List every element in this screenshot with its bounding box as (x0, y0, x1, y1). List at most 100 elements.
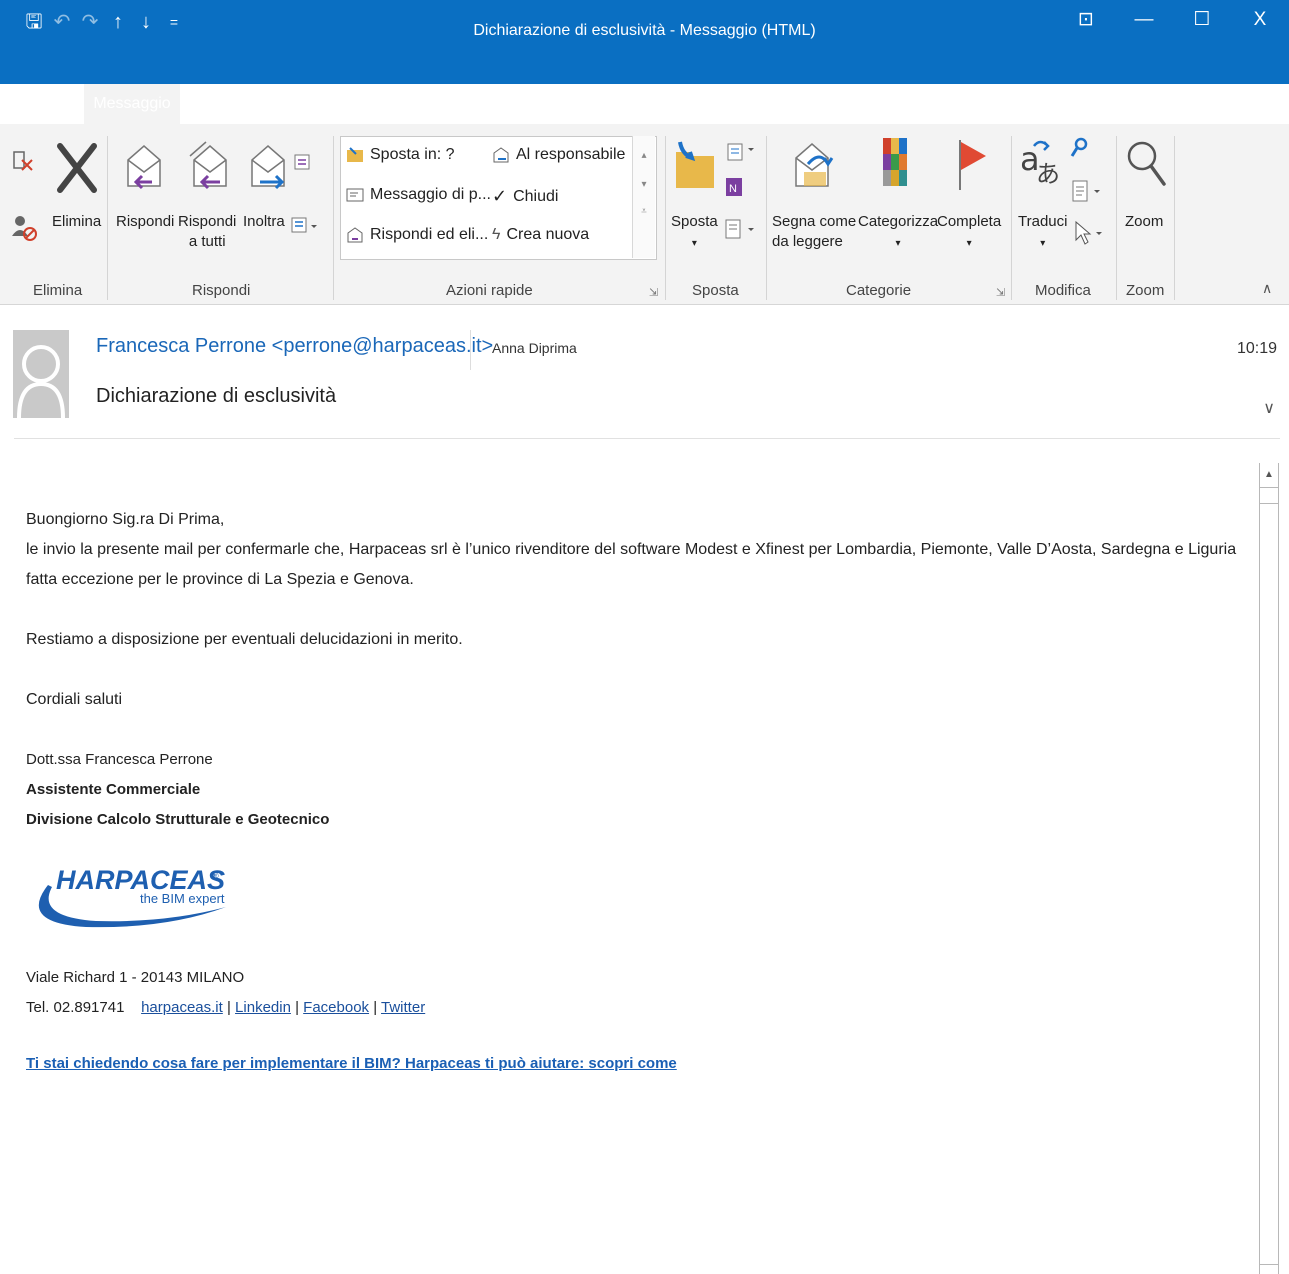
select-cursor-icon[interactable] (1072, 220, 1106, 248)
dialog-launcher-icon[interactable]: ⇲ (649, 286, 658, 299)
group-separator (333, 136, 334, 300)
quick-step-team-email[interactable]: Messaggio di p... (346, 186, 491, 204)
delete-x-icon[interactable] (56, 142, 98, 194)
actions-icon[interactable] (722, 216, 756, 244)
link-website[interactable]: harpaceas.it (141, 999, 223, 1016)
vertical-scrollbar[interactable]: ▲ (1259, 463, 1279, 1274)
scroll-up-icon[interactable]: ▴ (633, 150, 655, 161)
sender[interactable]: Francesca Perrone <perrone@harpaceas.it> (96, 335, 493, 358)
translate-label: Traduci (1018, 213, 1068, 230)
reply-all-icon[interactable] (186, 136, 234, 192)
quick-step-to-manager[interactable]: Al responsabile (492, 146, 625, 164)
translate-button[interactable]: Traduci ▾ (1018, 212, 1067, 254)
delete-button[interactable]: Elimina (52, 212, 101, 232)
chevron-down-icon: ▾ (691, 238, 697, 249)
ribbon-display-options-icon[interactable]: ⊡ (1057, 0, 1115, 40)
related-icon[interactable] (1070, 178, 1106, 206)
find-icon[interactable] (1070, 136, 1090, 160)
group-separator (766, 136, 767, 300)
svg-text:あ: あ (1036, 160, 1060, 188)
group-label-elimina: Elimina (33, 282, 83, 299)
expand-header-icon[interactable]: ∨ (1263, 398, 1275, 418)
signature-name: Dott.ssa Francesca Perrone (26, 751, 213, 768)
chevron-down-icon: ▾ (895, 238, 901, 249)
logo-tagline: the BIM expert (140, 891, 225, 906)
title-bar: 🖫 ↶ ↷ ↑ ↓ = Dichiarazione di esclusività… (0, 0, 1289, 84)
mark-unread-label-1: Segna come (772, 213, 857, 230)
dialog-launcher-icon[interactable]: ⇲ (996, 286, 1005, 299)
quick-step-label: Messaggio di p... (370, 186, 491, 203)
forward-icon[interactable] (246, 140, 290, 192)
follow-up-flag-icon[interactable] (952, 136, 988, 192)
scrollbar-thumb[interactable] (1260, 503, 1278, 1265)
move-button[interactable]: Sposta ▾ (671, 212, 718, 254)
junk-icon[interactable] (10, 212, 40, 242)
reply-all-label-2: a tutti (188, 233, 226, 250)
tell-me-search[interactable]: ♀︎ Che cosa si desidera fare? (200, 84, 408, 124)
address: Viale Richard 1 - 20143 MILANO (26, 969, 245, 986)
categorize-icon[interactable] (880, 136, 910, 188)
harpaceas-logo: HARPACEAS ® the BIM expert (26, 857, 236, 937)
forward-button[interactable]: Inoltra (243, 212, 285, 232)
follow-up-button[interactable]: Completa ▾ (937, 212, 1001, 254)
quick-step-label: Sposta in: ? (370, 146, 455, 163)
ribbon: Elimina Elimina Rispondi Rispondi a tutt… (0, 124, 1289, 305)
meeting-reply-icon[interactable] (292, 152, 314, 172)
ignore-icon[interactable] (10, 148, 38, 172)
move-folder-icon[interactable] (672, 140, 718, 194)
categorize-label: Categorizza (858, 213, 939, 230)
recipient[interactable]: Anna Diprima (492, 340, 577, 356)
collapse-ribbon-icon[interactable]: ∧ (1262, 280, 1272, 297)
group-label-rispondi: Rispondi (192, 282, 251, 299)
window-controls: ⊡ — ☐ X (1057, 0, 1289, 84)
ribbon-tabs: File Messaggio ♀︎ Che cosa si desidera f… (0, 84, 1289, 124)
checkmark-icon: ✓ (492, 186, 508, 206)
group-label-azioni-rapide: Azioni rapide (446, 282, 533, 299)
group-label-categorie: Categorie (846, 282, 912, 299)
reply-icon[interactable] (122, 140, 166, 192)
avatar (13, 330, 69, 418)
minimize-button[interactable]: — (1115, 0, 1173, 40)
close-button[interactable]: X (1231, 0, 1289, 40)
mark-unread-button[interactable]: Segna come da leggere (772, 212, 856, 252)
quick-step-move-to[interactable]: Sposta in: ? (346, 146, 455, 164)
chevron-down-icon: ▾ (966, 238, 972, 249)
onenote-icon[interactable]: N (724, 174, 744, 202)
scroll-up-icon[interactable]: ▲ (1260, 463, 1278, 488)
link-facebook[interactable]: Facebook (303, 999, 369, 1016)
translate-icon[interactable]: a あ (1018, 136, 1066, 188)
folder-move-icon (347, 147, 363, 162)
chevron-down-icon: ▾ (1040, 238, 1046, 249)
zoom-icon[interactable] (1124, 136, 1168, 192)
link-linkedin[interactable]: Linkedin (235, 999, 291, 1016)
reply-button[interactable]: Rispondi (116, 212, 174, 232)
link-twitter[interactable]: Twitter (381, 999, 425, 1016)
expand-gallery-icon[interactable]: ⩡ (633, 206, 655, 217)
group-label-modifica: Modifica (1035, 282, 1091, 299)
quick-step-create-new[interactable]: ϟ Crea nuova (492, 226, 589, 244)
more-respond-icon[interactable] (290, 216, 320, 236)
tab-messaggio[interactable]: Messaggio (84, 84, 180, 124)
scroll-down-icon[interactable]: ▾ (633, 179, 655, 190)
quick-step-reply-delete[interactable]: Rispondi ed eli... (346, 226, 488, 244)
reply-delete-icon (347, 227, 363, 243)
reply-all-button[interactable]: Rispondi a tutti (178, 212, 236, 252)
categorize-button[interactable]: Categorizza ▾ (858, 212, 938, 254)
promo-link[interactable]: Ti stai chiedendo cosa fare per implemen… (26, 1055, 677, 1072)
quick-step-done[interactable]: ✓ Chiudi (492, 186, 558, 207)
zoom-button[interactable]: Zoom (1125, 212, 1163, 232)
move-label: Sposta (671, 213, 718, 230)
contacts-line: Tel. 02.891741 harpaceas.it | Linkedin |… (26, 999, 426, 1016)
header-separator (470, 330, 471, 370)
rules-icon[interactable] (722, 138, 756, 166)
group-separator (1116, 136, 1117, 300)
maximize-button[interactable]: ☐ (1173, 0, 1231, 40)
mark-unread-icon[interactable] (790, 138, 836, 194)
tell-me-label: Che cosa si desidera fare? (217, 96, 408, 113)
quick-steps-scrollbar[interactable]: ▴ ▾ ⩡ (632, 136, 655, 258)
received-time: 10:19 (1236, 340, 1277, 357)
group-separator (1174, 136, 1175, 300)
greeting: Buongiorno Sig.ra Di Prima, (26, 511, 225, 528)
message-body: Buongiorno Sig.ra Di Prima, le invio la … (26, 505, 1256, 1079)
tab-file[interactable]: File (28, 84, 54, 124)
